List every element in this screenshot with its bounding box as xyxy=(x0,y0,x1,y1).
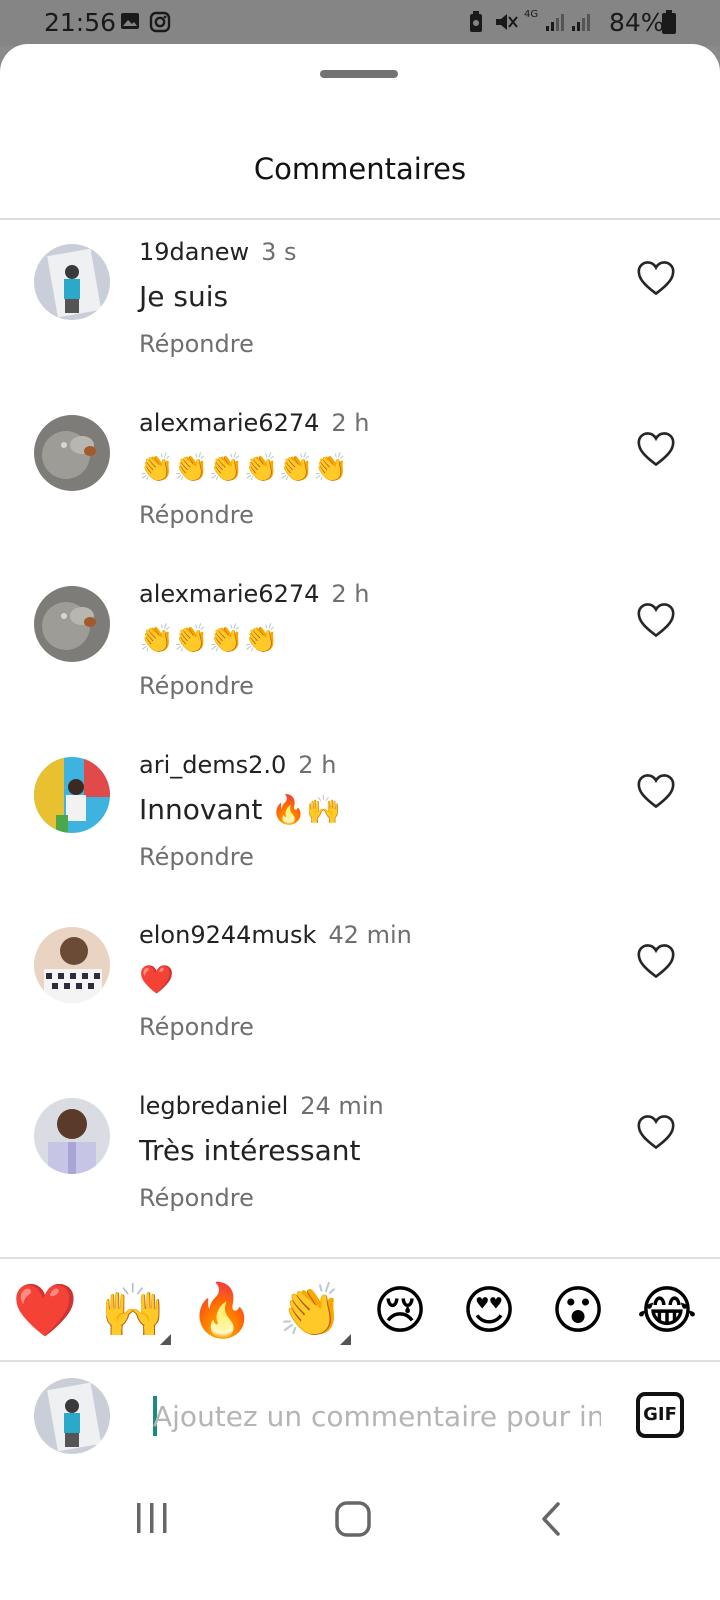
system-nav-bar xyxy=(0,1474,720,1600)
comment-username[interactable]: elon9244musk xyxy=(139,921,316,949)
mute-icon xyxy=(496,14,518,30)
comment-text: Très intéressant xyxy=(139,1134,361,1167)
comment-username-row: legbredaniel 24 min xyxy=(139,1092,384,1120)
avatar[interactable] xyxy=(34,415,110,491)
battery-saver-icon xyxy=(470,11,482,32)
heart-icon[interactable] xyxy=(636,1114,676,1150)
comments-sheet: Commentaires 19danew 3 s Je suis Répondre… xyxy=(0,44,720,1600)
comment-time: 3 s xyxy=(261,238,297,266)
emoji-crying[interactable]: 😢 xyxy=(365,1276,435,1346)
heart-icon[interactable] xyxy=(636,260,676,296)
gif-button[interactable]: GIF xyxy=(636,1392,684,1438)
avatar[interactable] xyxy=(34,927,110,1003)
comment-item: elon9244musk 42 min ❤️ Répondre xyxy=(0,921,720,1091)
reply-button[interactable]: Répondre xyxy=(139,672,254,700)
comment-text: Je suis xyxy=(139,280,229,313)
emoji-surprised[interactable]: 😮 xyxy=(543,1276,613,1346)
drag-handle[interactable] xyxy=(320,70,398,78)
emoji-heart-eyes[interactable]: 😍 xyxy=(454,1276,524,1346)
reply-button[interactable]: Répondre xyxy=(139,1013,254,1041)
signal-icon xyxy=(546,14,564,31)
heart-icon[interactable] xyxy=(636,431,676,467)
comment-time: 2 h xyxy=(331,580,370,608)
comment-item: 19danew 3 s Je suis Répondre xyxy=(0,238,720,408)
comment-item: ari_dems2.0 2 h Innovant 🔥🙌 Répondre xyxy=(0,751,720,921)
skin-tone-indicator xyxy=(160,1334,171,1345)
divider xyxy=(0,1257,720,1259)
reply-button[interactable]: Répondre xyxy=(139,1184,254,1212)
skin-tone-indicator xyxy=(340,1334,351,1345)
emoji-clapping[interactable]: 👏 xyxy=(276,1276,346,1346)
comment-text: Innovant 🔥🙌 xyxy=(139,793,341,826)
comment-time: 24 min xyxy=(300,1092,384,1120)
emoji-tears-of-joy[interactable]: 😂 xyxy=(632,1276,702,1346)
comment-input[interactable] xyxy=(153,1388,601,1444)
comment-text: ❤️ xyxy=(139,963,174,996)
heart-icon[interactable] xyxy=(636,943,676,979)
comment-username-row: elon9244musk 42 min xyxy=(139,921,412,949)
status-bar: 21:56 4G 84% xyxy=(0,0,720,46)
avatar[interactable] xyxy=(34,1098,110,1174)
quick-reaction-bar: ❤️ 🙌 🔥 👏 😢 😍 😮 😂 xyxy=(0,1276,720,1352)
avatar[interactable] xyxy=(34,586,110,662)
battery-percent: 84% xyxy=(609,8,665,37)
instagram-icon xyxy=(149,11,171,33)
reply-button[interactable]: Répondre xyxy=(139,843,254,871)
divider xyxy=(0,1360,720,1362)
home-icon[interactable] xyxy=(334,1500,374,1540)
comment-username[interactable]: alexmarie6274 xyxy=(139,409,319,437)
emoji-raising-hands[interactable]: 🙌 xyxy=(98,1276,168,1346)
status-time: 21:56 xyxy=(44,8,117,37)
comment-username[interactable]: legbredaniel xyxy=(139,1092,288,1120)
recent-apps-icon[interactable] xyxy=(134,1500,170,1536)
comment-text: 👏👏👏👏👏👏 xyxy=(139,451,349,484)
signal-icon-2 xyxy=(572,14,590,31)
avatar[interactable] xyxy=(34,757,110,833)
comment-username-row: 19danew 3 s xyxy=(139,238,297,266)
comment-time: 2 h xyxy=(298,751,337,779)
heart-icon[interactable] xyxy=(636,602,676,638)
divider xyxy=(0,218,720,220)
comment-time: 42 min xyxy=(328,921,412,949)
comment-username[interactable]: 19danew xyxy=(139,238,249,266)
reply-button[interactable]: Répondre xyxy=(139,501,254,529)
heart-icon[interactable] xyxy=(636,773,676,809)
own-avatar xyxy=(34,1378,110,1454)
comment-item: legbredaniel 24 min Très intéressant Répo… xyxy=(0,1092,720,1262)
comment-username-row: alexmarie6274 2 h xyxy=(139,580,370,608)
battery-icon xyxy=(662,10,676,34)
network-type: 4G xyxy=(524,9,539,20)
back-icon[interactable] xyxy=(538,1500,568,1540)
reply-button[interactable]: Répondre xyxy=(139,330,254,358)
comment-item: alexmarie6274 2 h 👏👏👏👏👏👏 Répondre xyxy=(0,409,720,579)
comment-username[interactable]: ari_dems2.0 xyxy=(139,751,286,779)
emoji-fire[interactable]: 🔥 xyxy=(187,1276,257,1346)
comment-time: 2 h xyxy=(331,409,370,437)
comment-username-row: ari_dems2.0 2 h xyxy=(139,751,336,779)
gallery-icon xyxy=(121,13,139,29)
avatar[interactable] xyxy=(34,244,110,320)
sheet-title: Commentaires xyxy=(253,152,467,186)
comment-username[interactable]: alexmarie6274 xyxy=(139,580,319,608)
comment-item: alexmarie6274 2 h 👏👏👏👏 Répondre xyxy=(0,580,720,750)
emoji-heart[interactable]: ❤️ xyxy=(10,1276,80,1346)
comment-text: 👏👏👏👏 xyxy=(139,622,279,655)
comment-username-row: alexmarie6274 2 h xyxy=(139,409,370,437)
